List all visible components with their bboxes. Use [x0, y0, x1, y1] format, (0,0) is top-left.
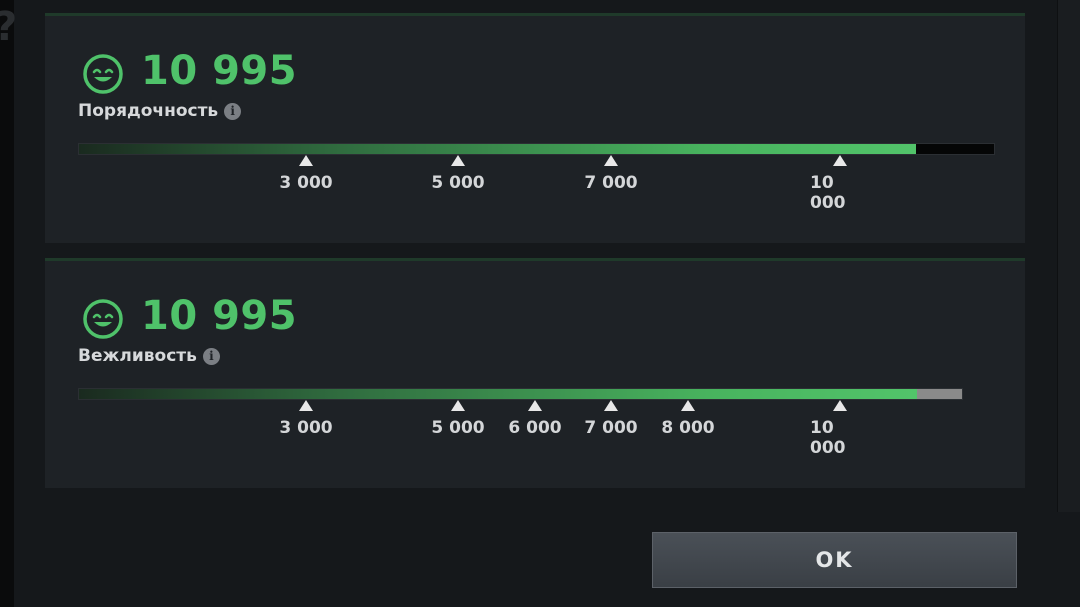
tick-marker [833, 155, 847, 166]
tick-marker [681, 400, 695, 411]
tick-label: 8 000 [661, 418, 715, 438]
politeness-panel: 10 995 Вежливость i 3 000 5 000 6 000 7 … [45, 258, 1025, 488]
tick-marker [604, 155, 618, 166]
left-edge: ? [0, 0, 17, 607]
tick-label: 10 000 [810, 418, 846, 458]
scrollbar-track[interactable] [1057, 0, 1080, 512]
conduct-progress-remaining [916, 144, 994, 154]
tick-label: 5 000 [431, 418, 485, 438]
tick-label: 10 000 [810, 173, 846, 213]
politeness-label-row: Вежливость i [78, 346, 220, 366]
question-mark-icon: ? [0, 4, 17, 50]
info-icon[interactable]: i [224, 102, 242, 120]
tick-marker [299, 155, 313, 166]
tick-marker [299, 400, 313, 411]
politeness-score: 10 995 [141, 293, 298, 339]
tick-marker [451, 400, 465, 411]
tick-marker [833, 400, 847, 411]
tick-label: 3 000 [279, 418, 333, 438]
conduct-panel: 10 995 Порядочность i 3 000 5 000 7 000 … [45, 13, 1025, 243]
tick-label: 7 000 [584, 418, 638, 438]
politeness-progress-fill [79, 389, 917, 399]
tick-label: 3 000 [279, 173, 333, 193]
info-icon[interactable]: i [202, 347, 220, 365]
tick-label: 6 000 [508, 418, 562, 438]
tick-label: 7 000 [584, 173, 638, 193]
tick-marker [528, 400, 542, 411]
conduct-label: Порядочность [78, 101, 219, 121]
tick-label: 5 000 [431, 173, 485, 193]
ok-button[interactable]: OK [652, 532, 1017, 588]
dialog-frame: ? 10 995 Порядочность i 3 000 5 000 7 00… [0, 0, 1080, 607]
smiley-face-icon [83, 299, 123, 339]
politeness-progress-remaining [916, 389, 962, 399]
conduct-score: 10 995 [141, 48, 298, 94]
conduct-progress-bar [78, 143, 995, 155]
tick-marker [604, 400, 618, 411]
smiley-face-icon [83, 54, 123, 94]
politeness-progress-bar [78, 388, 963, 400]
politeness-label: Вежливость [78, 346, 197, 366]
tick-marker [451, 155, 465, 166]
conduct-label-row: Порядочность i [78, 101, 242, 121]
conduct-progress-fill [79, 144, 917, 154]
